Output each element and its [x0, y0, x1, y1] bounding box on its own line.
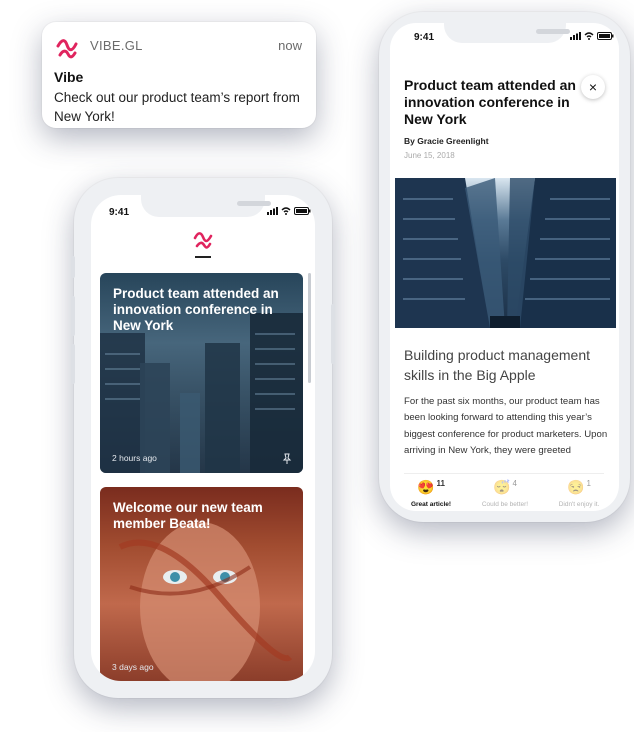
- article-author: By Gracie Greenlight: [404, 136, 489, 146]
- mute-switch: [71, 256, 75, 278]
- notification-app-name: VIBE.GL: [90, 38, 143, 53]
- volume-up-button: [71, 296, 75, 336]
- feed-tab-indicator: [195, 256, 211, 258]
- wifi-icon: [584, 32, 594, 40]
- reaction-count: 4: [512, 479, 517, 488]
- notch: [141, 195, 271, 217]
- speaker: [536, 29, 570, 34]
- feed-screen: 9:41 Product team attended an innovation…: [91, 195, 315, 681]
- reaction-label: Great article!: [410, 501, 452, 508]
- feed-card[interactable]: Welcome our new team member Beata! 3 day…: [100, 487, 303, 681]
- notification-title: Vibe: [54, 69, 84, 85]
- card-timestamp: 3 days ago: [112, 662, 154, 672]
- status-time: 9:41: [414, 32, 435, 43]
- status-icons: [267, 207, 311, 215]
- divider: [404, 473, 604, 474]
- heart-eyes-emoji-icon: 😍: [417, 479, 435, 495]
- notch: [444, 23, 570, 43]
- article-screen: 9:41 Product team attended an innovation…: [390, 23, 619, 511]
- wifi-icon: [281, 207, 291, 215]
- power-button: [331, 304, 335, 364]
- signal-icon: [267, 207, 278, 215]
- pin-icon[interactable]: [281, 453, 293, 465]
- reaction-count: 1: [586, 479, 591, 488]
- volume-down-button: [71, 344, 75, 384]
- card-timestamp: 2 hours ago: [112, 453, 157, 463]
- notification-time: now: [278, 38, 302, 53]
- reaction-count: 11: [436, 479, 445, 488]
- vibe-logo-icon: [56, 39, 78, 59]
- reaction-better-button[interactable]: 😴 4 Could be better!: [470, 479, 540, 508]
- article-hero-image: [395, 178, 616, 328]
- card-title: Welcome our new team member Beata!: [113, 500, 263, 531]
- push-notification[interactable]: VIBE.GL now Vibe Check out our product t…: [42, 22, 316, 128]
- battery-icon: [294, 207, 311, 215]
- article-body: For the past six months, our product tea…: [404, 396, 608, 456]
- reaction-dislike-button[interactable]: 😒 1 Didn't enjoy it.: [544, 479, 614, 508]
- speaker: [237, 201, 271, 206]
- sleepy-emoji-icon: 😴: [493, 479, 511, 495]
- reaction-label: Didn't enjoy it.: [558, 501, 600, 508]
- reaction-label: Could be better!: [481, 501, 529, 508]
- city-street-image: [395, 178, 616, 328]
- unamused-emoji-icon: 😒: [567, 479, 585, 495]
- feed-card[interactable]: Product team attended an innovation conf…: [100, 273, 303, 473]
- status-icons: [570, 32, 614, 40]
- article-phone: 9:41 Product team attended an innovation…: [379, 12, 630, 522]
- scrollbar[interactable]: [308, 273, 311, 383]
- status-time: 9:41: [109, 207, 130, 218]
- close-button[interactable]: ×: [581, 75, 605, 99]
- article-title: Product team attended an innovation conf…: [404, 77, 576, 127]
- vibe-logo-icon: [193, 232, 213, 249]
- reaction-great-button[interactable]: 😍 11 Great article!: [396, 479, 466, 508]
- notification-message: Check out our product team’s report from…: [54, 90, 300, 124]
- card-title: Product team attended an innovation conf…: [113, 286, 279, 333]
- signal-icon: [570, 32, 581, 40]
- battery-icon: [597, 32, 614, 40]
- article-subhead: Building product management skills in th…: [404, 347, 591, 383]
- article-date: June 15, 2018: [404, 151, 455, 160]
- feed-phone: 9:41 Product team attended an innovation…: [71, 178, 335, 698]
